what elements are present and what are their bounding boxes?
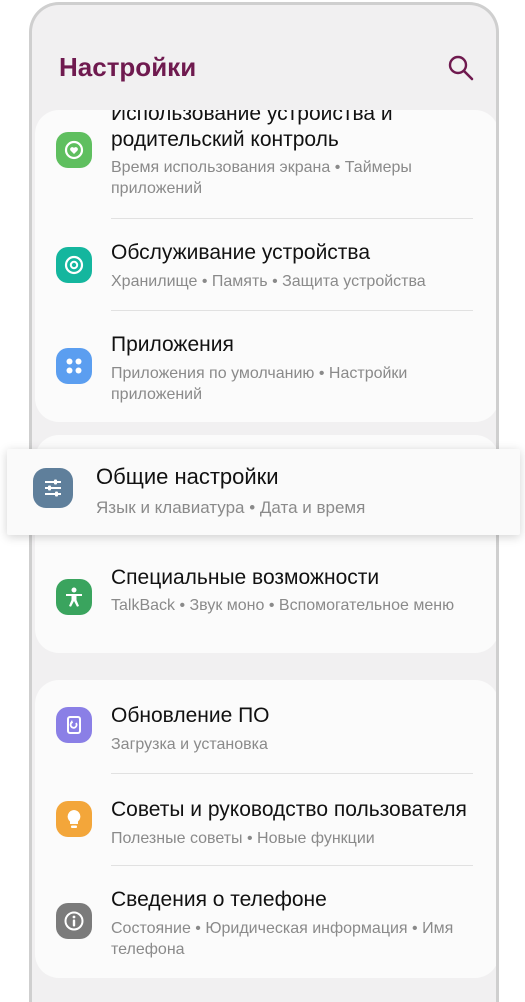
menu-item-subtitle: Время использования экрана • Таймеры при… [111,159,412,197]
menu-item-label: Обслуживание устройства [111,241,371,264]
apps-icon [56,348,92,384]
device-care-icon [56,247,92,283]
divider [111,310,473,311]
menu-item-about-phone[interactable]: Сведения о телефоне Состояние • Юридичес… [35,866,496,978]
software-update-icon [56,707,92,743]
info-icon [56,903,92,939]
sliders-icon [33,468,73,508]
header: Настройки [32,5,496,110]
menu-item-tips[interactable]: Советы и руководство пользователя Полезн… [35,774,496,866]
menu-item-label: Обновление ПО [111,704,270,727]
menu-item-subtitle: TalkBack • Звук моно • Вспомогательное м… [111,597,455,614]
settings-card-3: Обновление ПО Загрузка и установка Совет… [35,680,496,978]
menu-item-label: Сведения о телефоне [111,888,327,911]
accessibility-icon [56,579,92,615]
divider [111,218,473,219]
menu-item-subtitle: Загрузка и установка [111,736,268,753]
menu-item-apps[interactable]: Приложения Приложения по умолчанию • Нас… [35,312,496,422]
menu-item-subtitle: Состояние • Юридическая информация • Имя… [111,920,454,958]
menu-item-accessibility[interactable]: Специальные возможности TalkBack • Звук … [35,543,496,653]
page-title: Настройки [59,52,197,82]
settings-card-1: Использование устройства и родительский … [35,110,496,422]
tips-icon [56,801,92,837]
search-icon[interactable] [446,53,476,83]
menu-item-software-update[interactable]: Обновление ПО Загрузка и установка [35,680,496,772]
wellbeing-icon [56,132,92,168]
menu-item-digital-wellbeing[interactable]: Использование устройства и родительский … [35,110,496,216]
menu-item-subtitle: Хранилище • Память • Защита устройства [111,273,426,290]
menu-item-label: Общие настройки [96,464,279,489]
menu-item-label: Специальные возможности [111,566,380,589]
menu-item-label: Приложения [111,333,234,356]
menu-item-subtitle: Язык и клавиатура • Дата и время [96,498,366,517]
menu-item-subtitle: Приложения по умолчанию • Настройки прил… [111,365,408,403]
menu-item-subtitle: Полезные советы • Новые функции [111,830,375,847]
menu-item-label: родительский контроль [111,128,339,151]
menu-item-label: Советы и руководство пользователя [111,798,467,821]
menu-item-label: Использование устройства и [111,110,393,125]
menu-item-general-management[interactable]: Общие настройки Язык и клавиатура • Дата… [7,449,520,535]
menu-item-device-care[interactable]: Обслуживание устройства Хранилище • Памя… [35,220,496,312]
